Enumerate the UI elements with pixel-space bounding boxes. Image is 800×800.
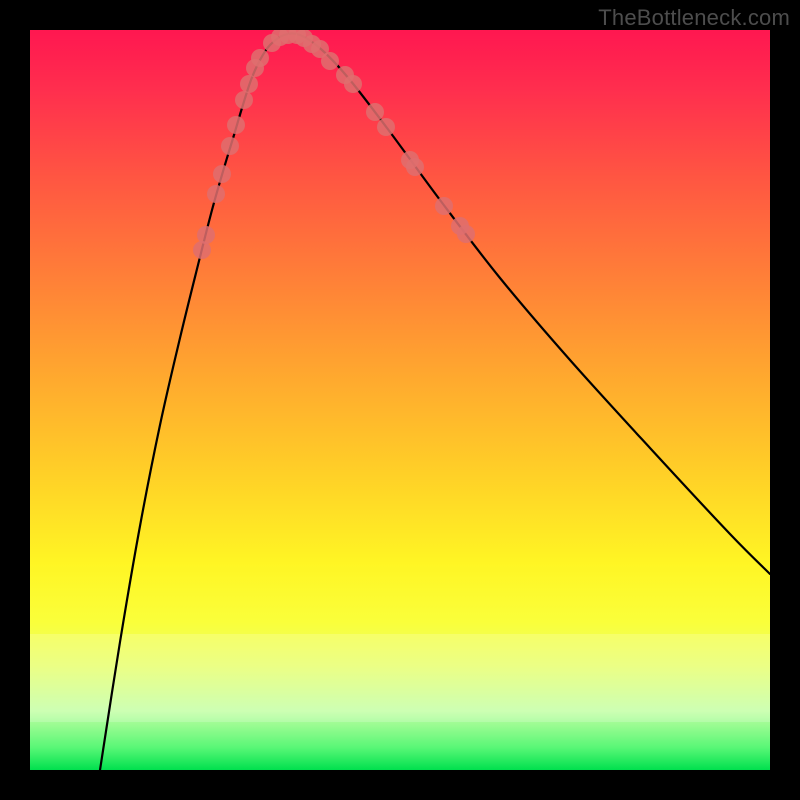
curve-marker [213, 165, 231, 183]
curve-marker [366, 103, 384, 121]
curve-marker [406, 158, 424, 176]
curve-marker [221, 137, 239, 155]
chart-overlay [30, 30, 770, 770]
curve-marker [240, 75, 258, 93]
curve-marker [457, 225, 475, 243]
watermark-text: TheBottleneck.com [598, 5, 790, 31]
chart-frame: TheBottleneck.com [0, 0, 800, 800]
curve-markers [193, 30, 475, 259]
curve-marker [344, 75, 362, 93]
curve-marker [377, 118, 395, 136]
curve-marker [235, 91, 253, 109]
curve-marker [321, 52, 339, 70]
curve-marker [227, 116, 245, 134]
curve-marker [251, 49, 269, 67]
curve-marker [197, 226, 215, 244]
bottleneck-curve [100, 33, 770, 770]
curve-marker [207, 185, 225, 203]
curve-marker [435, 197, 453, 215]
